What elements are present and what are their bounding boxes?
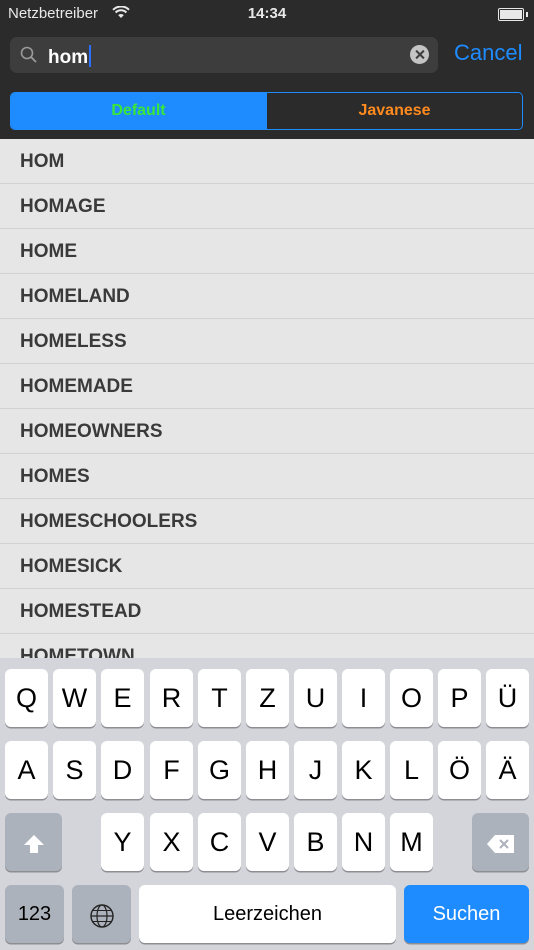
status-time: 14:34 [247, 5, 287, 22]
list-item[interactable]: HOMESCHOOLERS [0, 499, 534, 544]
key-c[interactable]: C [198, 813, 241, 871]
key-r[interactable]: R [150, 669, 193, 727]
numbers-key[interactable]: 123 [5, 885, 64, 943]
list-item[interactable]: HOMESICK [0, 544, 534, 589]
key-j[interactable]: J [294, 741, 337, 799]
key-b[interactable]: B [294, 813, 337, 871]
key-e[interactable]: E [101, 669, 144, 727]
key-y[interactable]: Y [101, 813, 144, 871]
shift-key[interactable] [5, 813, 62, 871]
key-v[interactable]: V [246, 813, 289, 871]
clear-search-icon[interactable] [410, 45, 429, 64]
list-item[interactable]: HOMELESS [0, 319, 534, 364]
search-input[interactable]: hom [10, 37, 438, 73]
key-z[interactable]: Z [246, 669, 289, 727]
key-ae[interactable]: Ä [486, 741, 529, 799]
key-oe[interactable]: Ö [438, 741, 481, 799]
globe-icon [89, 904, 114, 928]
key-o[interactable]: O [390, 669, 433, 727]
key-q[interactable]: Q [5, 669, 48, 727]
key-x[interactable]: X [150, 813, 193, 871]
results-list: HOM HOMAGE HOME HOMELAND HOMELESS HOMEMA… [0, 139, 534, 658]
backspace-key[interactable] [472, 813, 529, 871]
list-item[interactable]: HOME [0, 229, 534, 274]
dictionary-segmented-control: Default Javanese [10, 92, 523, 130]
segment-bar: Default Javanese [0, 84, 534, 139]
key-k[interactable]: K [342, 741, 385, 799]
key-t[interactable]: T [198, 669, 241, 727]
key-n[interactable]: N [342, 813, 385, 871]
list-item[interactable]: HOMAGE [0, 184, 534, 229]
search-icon [20, 46, 38, 69]
backspace-icon [486, 834, 514, 853]
globe-key[interactable] [72, 885, 131, 943]
cancel-button[interactable]: Cancel [454, 40, 522, 66]
key-f[interactable]: F [150, 741, 193, 799]
key-m[interactable]: M [390, 813, 433, 871]
segment-javanese[interactable]: Javanese [266, 93, 522, 129]
list-item[interactable]: HOMEOWNERS [0, 409, 534, 454]
key-p[interactable]: P [438, 669, 481, 727]
key-d[interactable]: D [101, 741, 144, 799]
list-item[interactable]: HOMEMADE [0, 364, 534, 409]
key-g[interactable]: G [198, 741, 241, 799]
key-h[interactable]: H [246, 741, 289, 799]
list-item[interactable]: HOMES [0, 454, 534, 499]
search-key[interactable]: Suchen [404, 885, 529, 943]
search-query: hom [48, 47, 89, 68]
list-item[interactable]: HOMETOWN [0, 634, 534, 658]
list-item[interactable]: HOM [0, 139, 534, 184]
status-bar: Netzbetreiber 14:34 [0, 0, 534, 28]
key-w[interactable]: W [53, 669, 96, 727]
shift-icon [23, 834, 44, 853]
key-u[interactable]: U [294, 669, 337, 727]
text-caret [89, 45, 92, 67]
key-s[interactable]: S [53, 741, 96, 799]
list-item[interactable]: HOMESTEAD [0, 589, 534, 634]
list-item[interactable]: HOMELAND [0, 274, 534, 319]
battery-icon [498, 8, 528, 21]
key-l[interactable]: L [390, 741, 433, 799]
segment-default[interactable]: Default [11, 93, 266, 129]
key-i[interactable]: I [342, 669, 385, 727]
search-bar: hom Cancel [0, 28, 534, 84]
key-ue[interactable]: Ü [486, 669, 529, 727]
keyboard: Q W E R T Z U I O P Ü A S D F G H J K L … [0, 658, 534, 950]
space-key[interactable]: Leerzeichen [139, 885, 396, 943]
key-a[interactable]: A [5, 741, 48, 799]
